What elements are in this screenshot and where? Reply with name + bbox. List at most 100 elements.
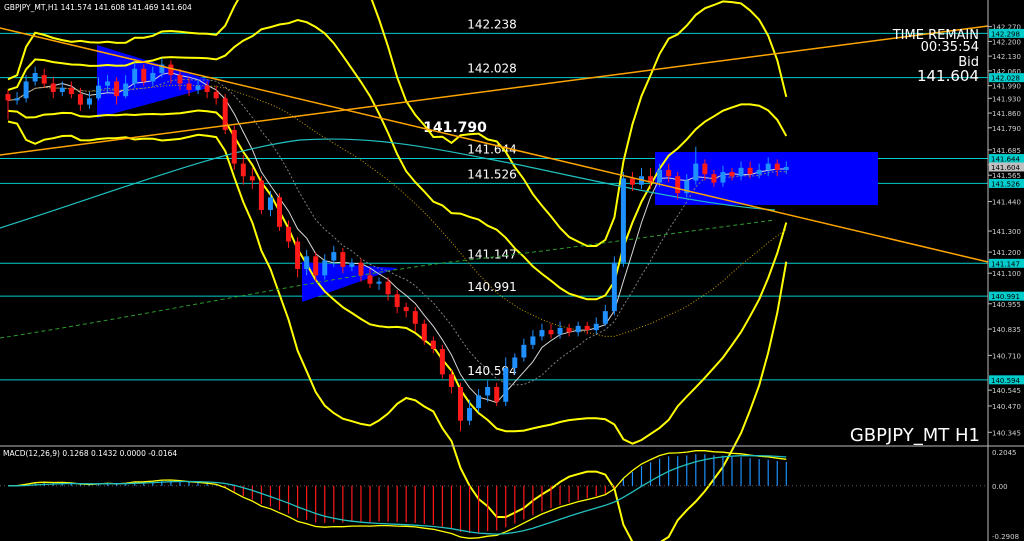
candle-body: [5, 94, 11, 101]
price-tick-label: 141.930: [992, 95, 1021, 103]
candle-body: [105, 81, 111, 86]
candle-body: [421, 323, 427, 341]
candle-body: [304, 256, 310, 269]
candle-body: [702, 163, 708, 175]
level-label: 141.147: [467, 247, 517, 261]
candle-body: [629, 178, 635, 185]
candle-body: [213, 91, 219, 99]
candle-body: [602, 311, 608, 324]
candle-body: [439, 349, 445, 375]
candle-body: [494, 386, 500, 402]
time-remain-value: 00:35:54: [921, 40, 979, 55]
price-tick-label: 140.835: [992, 326, 1021, 334]
candle-body: [657, 169, 663, 183]
level-price-tag-label: 142.028: [991, 75, 1020, 83]
candle-body: [277, 197, 282, 227]
price-tick-label: 142.200: [992, 38, 1021, 46]
candle-body: [186, 83, 192, 90]
candle-body: [168, 64, 174, 76]
level-label: 141.526: [467, 167, 517, 181]
candle-body: [448, 374, 454, 387]
price-tick-label: 142.130: [992, 53, 1021, 61]
candle-body: [783, 166, 789, 170]
candle-body: [204, 85, 210, 92]
candle-body: [584, 325, 590, 331]
candle-body: [512, 357, 518, 369]
candle-body: [114, 81, 120, 97]
candle-body: [711, 174, 717, 183]
candle-body: [32, 73, 38, 82]
candle-body: [177, 75, 183, 84]
price-tick-label: 141.685: [992, 147, 1021, 155]
candle-body: [458, 386, 463, 421]
candle-body: [249, 176, 255, 181]
candle-body: [141, 68, 147, 82]
candle-body: [412, 311, 418, 324]
candle-body: [322, 260, 328, 276]
chart-info-header: GBPJPY_MT,H1 141.574 141.608 141.469 141…: [4, 3, 192, 12]
candle-body: [349, 262, 355, 267]
candle-body: [593, 323, 599, 331]
candle-body: [331, 252, 337, 261]
candle-body: [747, 167, 753, 175]
candle-body: [96, 85, 101, 99]
candle-body: [539, 330, 545, 337]
level-label: 140.991: [467, 280, 517, 294]
level-label: 142.238: [467, 17, 517, 31]
candle-body: [521, 344, 527, 358]
candle-body: [132, 68, 138, 84]
price-tick-label: 141.300: [992, 228, 1021, 236]
candle-body: [86, 98, 92, 105]
current-price-tag-label: 141.604: [991, 164, 1020, 172]
candle-body: [548, 330, 554, 335]
candle-body: [485, 386, 491, 396]
candle-body: [693, 163, 699, 181]
candle-body: [41, 75, 47, 84]
candle-body: [50, 83, 56, 92]
level-price-tag-label: 140.594: [991, 377, 1020, 385]
price-tick-label: 141.860: [992, 110, 1021, 118]
candle-body: [267, 197, 273, 210]
symbol-label: GBPJPY_MT H1: [850, 425, 980, 446]
candle-body: [675, 176, 681, 194]
candle-body: [59, 87, 65, 92]
consolidation-zone: [655, 152, 878, 205]
candle-body: [774, 163, 780, 170]
level-label: 142.028: [467, 62, 517, 76]
macd-tick-label: 0.2045: [992, 449, 1017, 457]
candle-body: [385, 281, 391, 295]
candle-body: [295, 241, 301, 269]
candle-body: [430, 340, 436, 350]
candle-body: [358, 262, 364, 276]
price-tick-label: 141.790: [992, 125, 1021, 133]
candle-body: [765, 163, 771, 170]
level-price-tag-label: 141.644: [991, 156, 1020, 164]
candle-body: [729, 172, 735, 177]
candle-body: [467, 408, 473, 421]
price-tick-label: 141.990: [992, 83, 1021, 91]
candle-body: [611, 262, 617, 312]
price-tick-label: 140.710: [992, 352, 1021, 360]
candle-body: [503, 368, 509, 402]
price-tick-label: 141.200: [992, 249, 1021, 257]
level-price-tag-label: 141.526: [991, 180, 1020, 188]
candle-body: [666, 169, 672, 177]
chart-canvas: 142.238 142.028 141.644 141.526 141.147 140.9…: [0, 0, 1024, 541]
candle-body: [367, 275, 373, 284]
candle-body: [231, 129, 237, 164]
macd-label: MACD(12,26,9) 0.1268 0.1432 0.0000 -0.01…: [3, 449, 177, 458]
candle-body: [376, 281, 382, 284]
candle-body: [620, 178, 626, 263]
price-tick-label: 140.955: [992, 301, 1021, 309]
candle-body: [123, 83, 129, 97]
candle-body: [720, 172, 726, 183]
candle-body: [77, 94, 83, 105]
level-price-tag-label: 142.298: [991, 30, 1020, 38]
candle-body: [756, 169, 762, 175]
candle-body: [557, 327, 563, 335]
level-price-tag-label: 140.991: [991, 293, 1020, 301]
price-tick-label: 141.100: [992, 270, 1021, 278]
candle-body: [68, 87, 74, 95]
candle-body: [476, 395, 482, 409]
level-label: 140.594: [467, 364, 517, 378]
